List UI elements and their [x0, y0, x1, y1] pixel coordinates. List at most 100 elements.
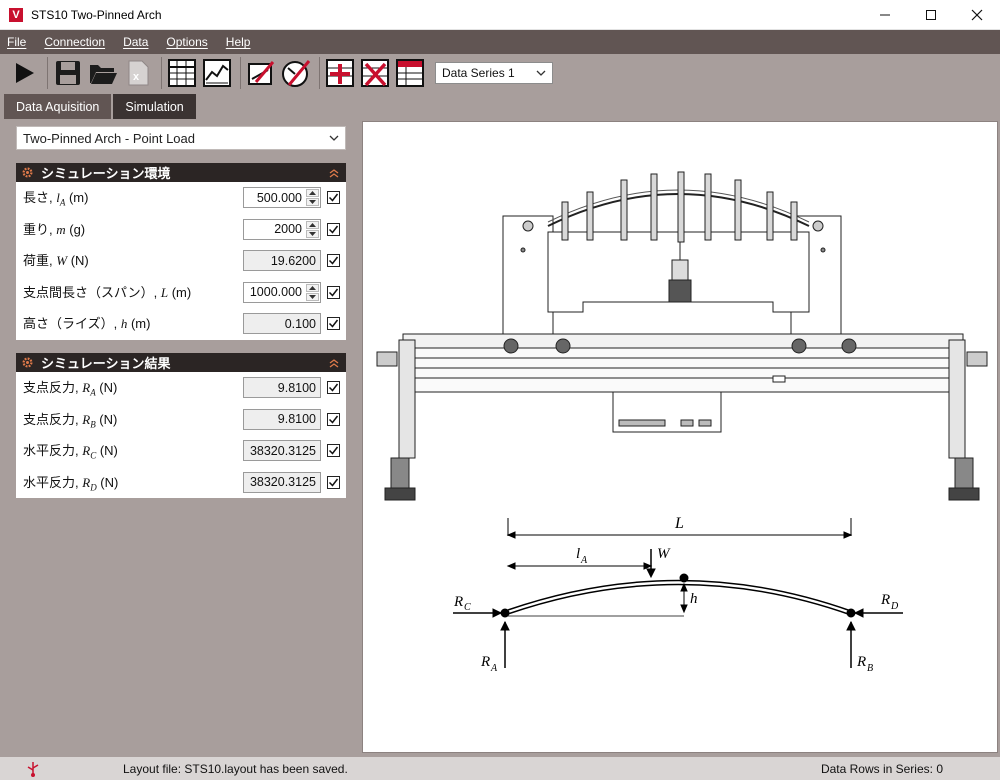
- graph-view-button[interactable]: [201, 57, 233, 89]
- checkmark-icon: [328, 383, 339, 392]
- env-value-field: 0.100: [243, 313, 321, 335]
- gear-icon: [22, 357, 33, 368]
- collapse-icon[interactable]: [328, 168, 340, 178]
- delete-series-button[interactable]: [359, 57, 391, 89]
- toolbar: x Data Series 1: [0, 54, 1000, 92]
- maximize-icon: [926, 10, 936, 20]
- env-checkbox[interactable]: [327, 191, 340, 205]
- status-bar: Layout file: STS10.layout has been saved…: [0, 757, 1000, 780]
- svg-text:x: x: [133, 71, 140, 83]
- apparatus-illustration: [376, 171, 988, 501]
- env-section-title: シミュレーション環境: [41, 166, 171, 181]
- env-row-label: 高さ（ライズ）, h (m): [23, 313, 150, 334]
- checkmark-icon: [328, 415, 339, 424]
- run-button[interactable]: [8, 57, 40, 89]
- config-select[interactable]: Two-Pinned Arch - Point Load: [16, 126, 346, 150]
- env-row: 長さ, lA (m) 500.000: [16, 182, 346, 214]
- result-value-field: 9.8100: [243, 377, 321, 399]
- env-row-label: 支点間長さ（スパン）, L (m): [23, 282, 191, 303]
- result-symbol: R: [82, 474, 91, 490]
- spin-up-button[interactable]: [306, 189, 319, 198]
- checkmark-icon: [328, 288, 339, 297]
- result-checkbox[interactable]: [327, 412, 340, 426]
- minimize-button[interactable]: [862, 0, 908, 30]
- checkmark-icon: [328, 446, 339, 455]
- env-row: 高さ（ライズ）, h (m) 0.100: [16, 308, 346, 340]
- result-row: 支点反力, RB (N) 9.8100: [16, 404, 346, 436]
- export-excel-button[interactable]: x: [122, 57, 154, 89]
- spin-down-button[interactable]: [306, 292, 319, 301]
- env-row-label: 長さ, lA (m): [23, 187, 88, 208]
- config-select-value: Two-Pinned Arch - Point Load: [23, 130, 195, 146]
- env-symbol: m: [56, 221, 66, 237]
- table-header-icon: [396, 59, 424, 87]
- result-value-field: 38320.3125: [243, 440, 321, 462]
- spin-up-button[interactable]: [306, 283, 319, 292]
- status-message: Layout file: STS10.layout has been saved…: [123, 761, 348, 776]
- spin-down-button[interactable]: [306, 198, 319, 207]
- label-lA: l: [576, 546, 580, 562]
- spin-down-button[interactable]: [306, 229, 319, 238]
- toolbar-separator: [47, 57, 48, 89]
- close-icon: [971, 9, 983, 21]
- result-row: 水平反力, RC (N) 38320.3125: [16, 435, 346, 467]
- env-checkbox[interactable]: [327, 317, 340, 331]
- checkmark-icon: [328, 256, 339, 265]
- env-checkbox[interactable]: [327, 222, 340, 236]
- results-section: シミュレーション結果 支点反力, RA (N) 9.8100 支点反力, RB (N…: [16, 353, 346, 498]
- env-checkbox[interactable]: [327, 285, 340, 299]
- label-W: W: [657, 546, 671, 562]
- env-value-field[interactable]: 2000: [243, 218, 321, 240]
- maximize-button[interactable]: [908, 0, 954, 30]
- result-symbol: R: [82, 411, 91, 427]
- result-checkbox[interactable]: [327, 475, 340, 489]
- tab-data-aquisition[interactable]: Data Aquisition: [4, 94, 112, 119]
- add-series-button[interactable]: [324, 57, 356, 89]
- menu-connection[interactable]: Connection: [44, 35, 105, 49]
- collapse-icon[interactable]: [328, 358, 340, 368]
- calibrate-button[interactable]: [280, 57, 312, 89]
- label-Ra-sub: A: [490, 663, 498, 674]
- window-controls: [862, 0, 1000, 30]
- result-value-field: 38320.3125: [243, 471, 321, 493]
- result-checkbox[interactable]: [327, 444, 340, 458]
- env-label-text: 高さ（ライズ）,: [23, 316, 121, 332]
- menu-options[interactable]: Options: [166, 35, 207, 49]
- spin-up-button[interactable]: [306, 220, 319, 229]
- result-checkbox[interactable]: [327, 381, 340, 395]
- chevron-down-icon: [309, 294, 316, 299]
- env-value-field[interactable]: 500.000: [243, 187, 321, 209]
- env-checkbox[interactable]: [327, 254, 340, 268]
- env-label-text: 重り,: [23, 221, 57, 237]
- line-graph-icon: [203, 59, 231, 87]
- gauge-icon: [282, 60, 311, 87]
- tab-simulation[interactable]: Simulation: [113, 94, 196, 119]
- menu-file[interactable]: File: [7, 35, 26, 49]
- env-label-text: 荷重,: [23, 253, 57, 269]
- close-button[interactable]: [954, 0, 1000, 30]
- env-section-header[interactable]: シミュレーション環境: [16, 163, 346, 182]
- results-section-header[interactable]: シミュレーション結果: [16, 353, 346, 372]
- series-properties-button[interactable]: [394, 57, 426, 89]
- data-series-select[interactable]: Data Series 1: [435, 62, 553, 84]
- edit-graph-button[interactable]: [245, 57, 277, 89]
- result-row-label: 支点反力, RB (N): [23, 409, 117, 430]
- open-button[interactable]: [87, 57, 119, 89]
- spinner: [306, 189, 319, 207]
- env-value-field: 19.6200: [243, 250, 321, 272]
- chevron-up-icon: [309, 285, 316, 290]
- menu-data[interactable]: Data: [123, 35, 148, 49]
- play-icon: [16, 63, 34, 83]
- env-unit: (m): [168, 284, 192, 300]
- save-button[interactable]: [52, 57, 84, 89]
- spinner: [306, 220, 319, 238]
- label-Ra: R: [480, 654, 490, 670]
- table-view-button[interactable]: [166, 57, 198, 89]
- edit-graph-icon: [248, 61, 275, 85]
- menu-help[interactable]: Help: [226, 35, 251, 49]
- arch-apparatus-diagram: L l A W h R C R D R A R B: [376, 171, 988, 674]
- env-value-field[interactable]: 1000.000: [243, 281, 321, 303]
- env-section: シミュレーション環境 長さ, lA (m) 500.000 重り, m (g) 200…: [16, 163, 346, 340]
- toolbar-separator: [240, 57, 241, 89]
- arch-fbd: [453, 518, 903, 668]
